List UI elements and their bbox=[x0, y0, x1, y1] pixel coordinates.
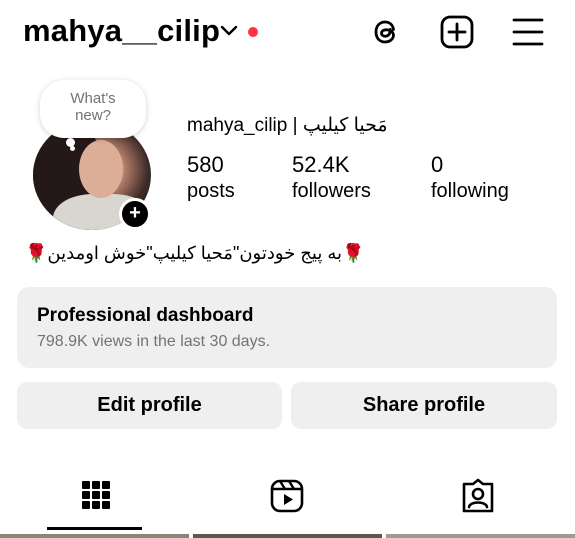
chevron-down-icon[interactable] bbox=[220, 24, 238, 38]
threads-icon[interactable] bbox=[368, 14, 404, 50]
share-profile-button[interactable]: Share profile bbox=[291, 382, 557, 429]
active-tab-indicator bbox=[47, 527, 142, 530]
dashboard-title: Professional dashboard bbox=[37, 305, 254, 326]
followers-label: followers bbox=[292, 180, 371, 202]
following-label: following bbox=[431, 180, 509, 202]
profile-bio: 🌹به پیج خودتون"مَحیا کیلیپ"خوش اومدین🌹 bbox=[25, 243, 365, 263]
posts-count: 580 bbox=[187, 152, 224, 177]
posts-label: posts bbox=[187, 180, 235, 202]
edit-profile-button[interactable]: Edit profile bbox=[17, 382, 282, 429]
menu-icon[interactable] bbox=[510, 14, 546, 50]
followers-count: 52.4K bbox=[292, 152, 350, 177]
account-username[interactable]: mahya__cilip bbox=[23, 13, 220, 49]
add-story-button[interactable]: + bbox=[119, 198, 151, 230]
following-count: 0 bbox=[431, 152, 444, 177]
post-thumbnail[interactable] bbox=[386, 534, 575, 538]
grid-icon[interactable] bbox=[76, 476, 116, 516]
post-thumbnail[interactable] bbox=[0, 534, 189, 538]
note-text: What's new? bbox=[70, 90, 116, 124]
profile-header: mahya__cilip bbox=[0, 0, 575, 66]
note-bubble-tail-small bbox=[70, 146, 75, 151]
posts-stat[interactable]: 580 posts bbox=[187, 152, 235, 203]
following-stat[interactable]: 0 following bbox=[431, 152, 509, 203]
dashboard-subtitle: 798.9K views in the last 30 days. bbox=[37, 333, 271, 350]
create-plus-icon[interactable] bbox=[439, 14, 475, 50]
tagged-icon[interactable] bbox=[458, 476, 498, 516]
note-bubble[interactable]: What's new? bbox=[40, 80, 146, 138]
professional-dashboard[interactable]: Professional dashboard 798.9K views in t… bbox=[17, 287, 557, 368]
avatar-face bbox=[79, 140, 123, 198]
display-name: mahya_cilip | مَحیا کیلیپ bbox=[187, 115, 388, 136]
reels-icon[interactable] bbox=[267, 476, 307, 516]
notification-dot bbox=[248, 27, 258, 37]
post-grid bbox=[0, 534, 575, 538]
followers-stat[interactable]: 52.4K followers bbox=[292, 152, 371, 203]
post-thumbnail[interactable] bbox=[193, 534, 382, 538]
